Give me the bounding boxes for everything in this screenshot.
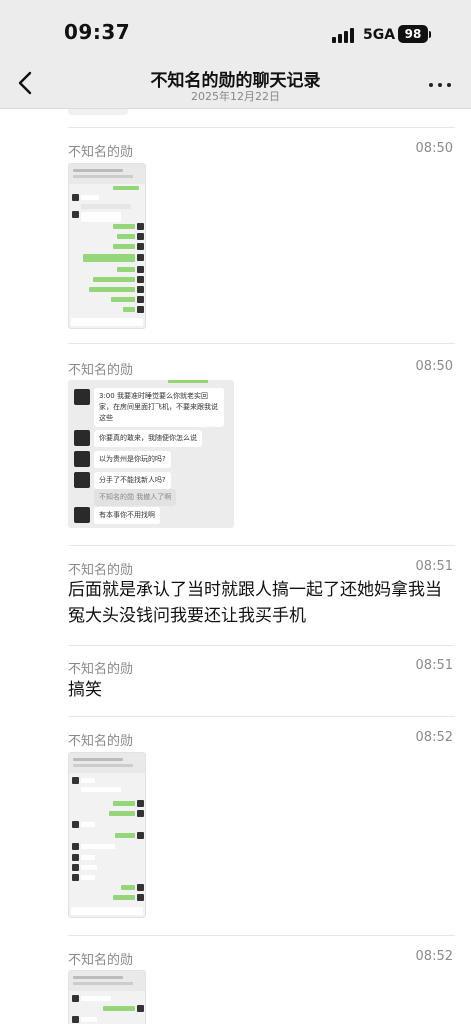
status-bar: 09:37 5GA 98	[0, 0, 471, 62]
image-thumbnail[interactable]	[68, 970, 146, 1024]
signal-icon	[332, 27, 356, 43]
avatar	[74, 389, 90, 405]
avatar	[74, 472, 90, 488]
divider	[68, 645, 455, 646]
avatar	[74, 507, 90, 523]
divider	[68, 127, 455, 128]
divider	[68, 716, 455, 717]
message-time: 08:51	[415, 658, 453, 673]
message-sender: 不知名的勋	[68, 145, 134, 160]
battery-level: 98	[404, 27, 422, 41]
message-time: 08:52	[415, 949, 453, 964]
status-time: 09:37	[64, 20, 131, 44]
divider	[68, 343, 455, 344]
page-subtitle: 2025年12月22日	[191, 90, 280, 103]
image-line: 分手了不能找新人吗?	[94, 472, 171, 489]
message-text: 搞笑	[68, 680, 102, 700]
message-time: 08:51	[415, 559, 453, 574]
image-thumbnail[interactable]	[68, 752, 146, 918]
image-line: 有本事你不用找啊	[94, 507, 160, 524]
network-label: 5GA	[363, 27, 396, 43]
image-line: 不知名的勋 我撤人了啊	[94, 489, 177, 506]
divider	[68, 935, 455, 936]
previous-message-tail	[68, 109, 128, 115]
image-thumbnail[interactable]: 3:00 我要准时睡觉要么你就老实回家，在房间里面打飞机，不要来跟我说这些 你要…	[68, 380, 234, 528]
chat-record-list[interactable]: 不知名的勋 08:50 不知名的勋 08:50 3:00 我要准时睡觉要么你就老…	[0, 109, 471, 1024]
message-sender: 不知名的勋	[68, 953, 134, 968]
more-dots-icon[interactable]	[426, 76, 454, 94]
message-sender: 不知名的勋	[68, 563, 134, 578]
image-line: 3:00 我要准时睡觉要么你就老实回家，在房间里面打飞机，不要来跟我说这些	[94, 388, 224, 427]
nav-bar: 不知名的勋的聊天记录 2025年12月22日	[0, 62, 471, 109]
battery-icon: 98	[398, 25, 428, 43]
message-text: 后面就是承认了当时就跟人搞一起了还她妈拿我当冤大头没钱问我要还让我买手机	[68, 580, 442, 626]
message-time: 08:52	[415, 730, 453, 745]
avatar	[74, 451, 90, 467]
message-sender: 不知名的勋	[68, 363, 134, 378]
avatar	[74, 430, 90, 446]
divider	[68, 545, 455, 546]
message-time: 08:50	[415, 359, 453, 374]
message-sender: 不知名的勋	[68, 662, 134, 677]
message-sender: 不知名的勋	[68, 734, 134, 749]
image-line: 以为贵州是你玩的吗?	[94, 451, 171, 468]
image-thumbnail[interactable]	[68, 163, 146, 329]
battery-tip	[429, 31, 431, 38]
image-line: 你要真的敢来，我随便你怎么说	[94, 430, 202, 447]
message-time: 08:50	[415, 141, 453, 156]
